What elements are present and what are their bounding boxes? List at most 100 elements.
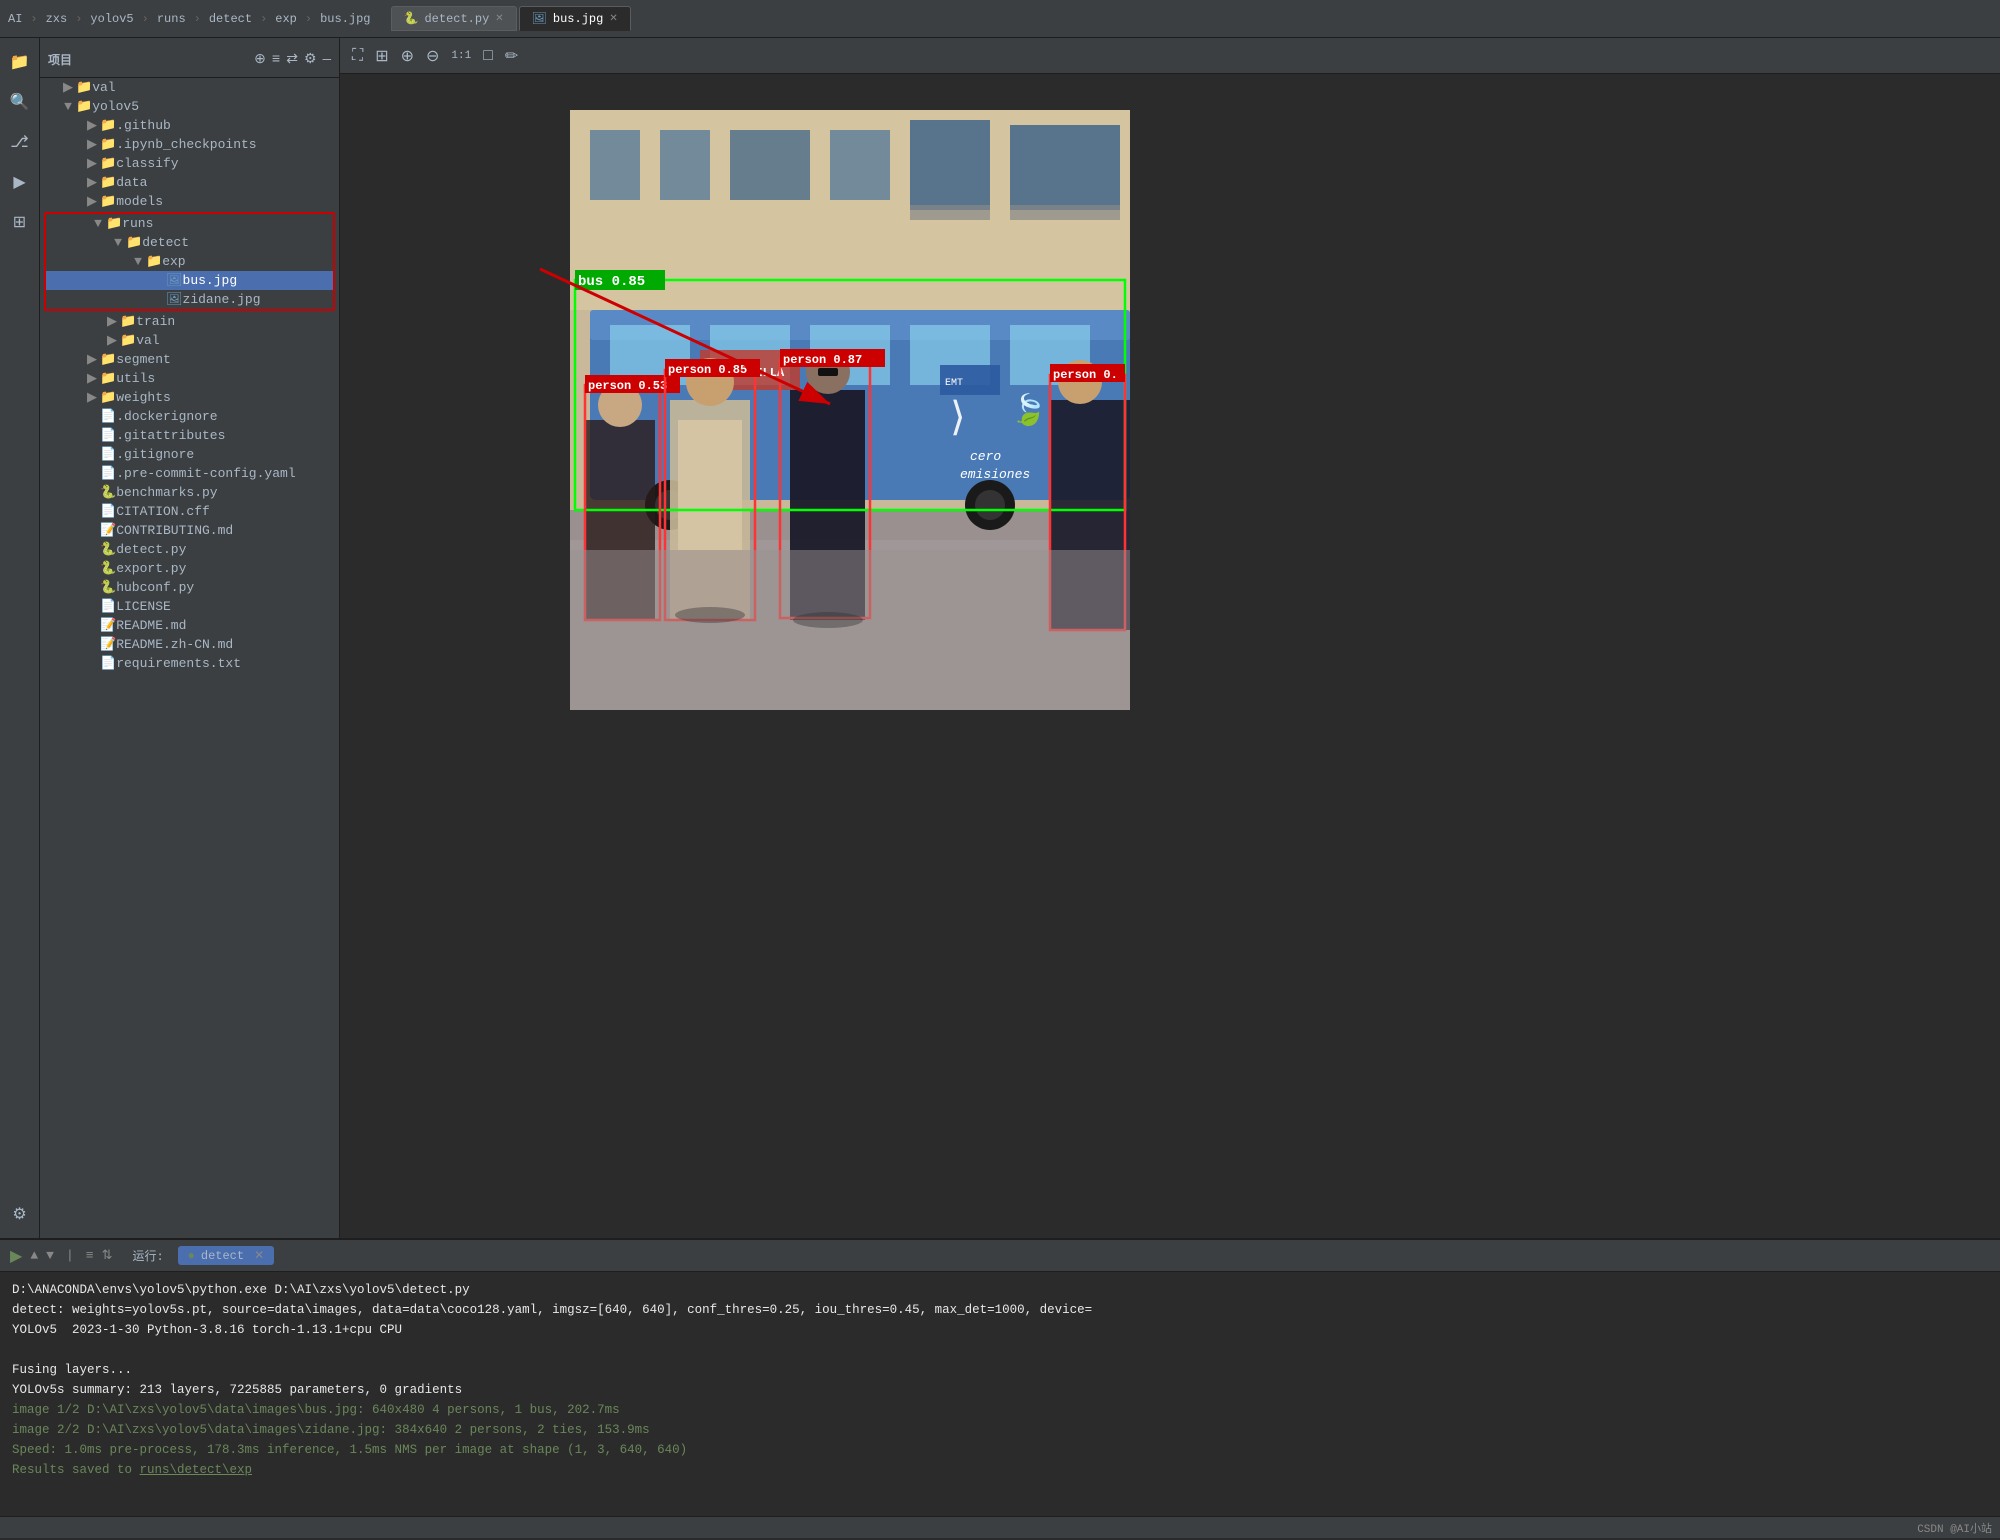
folder-tool-icon[interactable]: 📁 [4,46,36,78]
tree-item-gitignore[interactable]: 📄 .gitignore [40,445,339,464]
editor-area: ⛶ ⊞ ⊕ ⊖ 1:1 □ ✏ [340,38,2000,1238]
sidebar-add-icon[interactable]: ⊕ [254,51,266,68]
run-tool-icon[interactable]: ▶ [4,166,36,198]
tab-detect-py-close[interactable]: ✕ [495,13,503,25]
tree-label-utils: utils [116,371,155,386]
fit-page-icon[interactable]: □ [483,47,493,65]
breadcrumb-zxs: zxs [46,12,68,26]
terminal-line-9: Speed: 1.0ms pre-process, 178.3ms infere… [12,1440,1988,1460]
terminal-line-6: YOLOv5s summary: 213 layers, 7225885 par… [12,1380,1988,1400]
tree-label-detect-py: detect.py [116,542,186,557]
tree-item-export-py[interactable]: 🐍 export.py [40,559,339,578]
tree-label-detect: detect [142,235,189,250]
plugin-tool-icon[interactable]: ⊞ [4,206,36,238]
tree-label-train: train [136,314,175,329]
terminal-sort-icon[interactable]: ⇅ [102,1248,113,1263]
actual-size-icon[interactable]: 1:1 [451,50,471,62]
tree-item-utils[interactable]: ▶ 📁 utils [40,369,339,388]
folder-models-icon: 📁 [100,194,116,209]
zoom-in-icon[interactable]: ⊕ [401,46,414,66]
grid-view-icon[interactable]: ⊞ [375,46,388,66]
tree-item-detect[interactable]: ▼ 📁 detect [46,233,333,252]
py-benchmarks-icon: 🐍 [100,485,116,500]
fullscreen-icon[interactable]: ⛶ [352,47,363,65]
terminal-down-icon[interactable]: ▼ [46,1248,54,1263]
terminal-tab-detect[interactable]: ● detect ✕ [178,1246,274,1265]
settings-tool-icon[interactable]: ⚙ [4,1198,36,1230]
yaml-icon: 📄 [100,466,116,481]
tree-item-requirements[interactable]: 📄 requirements.txt [40,654,339,673]
tab-bus-jpg[interactable]: 🖼 bus.jpg ✕ [519,6,631,31]
folder-runs-icon: 📁 [106,216,122,231]
app-window: AI › zxs › yolov5 › runs › detect › exp … [0,0,2000,1538]
tree-item-data[interactable]: ▶ 📁 data [40,173,339,192]
tree-item-citation[interactable]: 📄 CITATION.cff [40,502,339,521]
folder-github-icon: 📁 [100,118,116,133]
tree-label-citation: CITATION.cff [116,504,210,519]
sidebar-expand-icon[interactable]: ⇄ [286,51,298,68]
sidebar: 项目 ⊕ ≡ ⇄ ⚙ — ▶ 📁 val ▼ 📁 yolo [40,38,340,1238]
tree-item-val2[interactable]: ▶ 📁 val [40,331,339,350]
zoom-out-icon[interactable]: ⊖ [426,46,439,66]
search-tool-icon[interactable]: 🔍 [4,86,36,118]
tree-item-github[interactable]: ▶ 📁 .github [40,116,339,135]
sidebar-minimize-icon[interactable]: — [323,52,331,68]
tree-label-precommit: .pre-commit-config.yaml [116,466,295,481]
folder-ipynb-icon: 📁 [100,137,116,152]
img-file-icon-zidane: 🖼 [166,292,183,307]
tree-item-contributing[interactable]: 📝 CONTRIBUTING.md [40,521,339,540]
sidebar-collapse-icon[interactable]: ≡ [272,52,280,68]
tree-item-license[interactable]: 📄 LICENSE [40,597,339,616]
tree-item-val-top[interactable]: ▶ 📁 val [40,78,339,97]
tree-item-hubconf[interactable]: 🐍 hubconf.py [40,578,339,597]
run-label: 运行: [132,1247,163,1264]
tree-item-zidane-jpg[interactable]: 🖼 zidane.jpg [46,290,333,309]
terminal-up-icon[interactable]: ▲ [30,1248,38,1263]
tree-item-segment[interactable]: ▶ 📁 segment [40,350,339,369]
terminal-wrap-icon[interactable]: ≡ [86,1248,94,1263]
tree-item-exp[interactable]: ▼ 📁 exp [46,252,333,271]
tree-item-bus-jpg[interactable]: 🖼 bus.jpg [46,271,333,290]
sidebar-settings-icon[interactable]: ⚙ [304,51,317,68]
folder-train-icon: 📁 [120,314,136,329]
tree-label-data: data [116,175,147,190]
tree-item-yolov5[interactable]: ▼ 📁 yolov5 [40,97,339,116]
top-bar: AI › zxs › yolov5 › runs › detect › exp … [0,0,2000,38]
tree-item-gitattributes[interactable]: 📄 .gitattributes [40,426,339,445]
tree-item-runs[interactable]: ▼ 📁 runs [46,214,333,233]
terminal-header: ▶ ▲ ▼ | ≡ ⇅ 运行: ● detect ✕ [0,1240,2000,1272]
tree-item-train[interactable]: ▶ 📁 train [40,312,339,331]
tab-detect-py-label: detect.py [424,12,489,26]
tree-item-ipynb[interactable]: ▶ 📁 .ipynb_checkpoints [40,135,339,154]
terminal-line-10: Results saved to runs\detect\exp [12,1460,1988,1480]
tree-item-dockerignore[interactable]: 📄 .dockerignore [40,407,339,426]
status-bar: CSDN @AI小站 [0,1516,2000,1538]
tree-item-models[interactable]: ▶ 📁 models [40,192,339,211]
py-export-icon: 🐍 [100,561,116,576]
tree-label-benchmarks: benchmarks.py [116,485,217,500]
tree-item-readme-cn[interactable]: 📝 README.zh-CN.md [40,635,339,654]
terminal-tab-close[interactable]: ✕ [254,1248,264,1263]
tree-label-models: models [116,194,163,209]
tree-item-benchmarks[interactable]: 🐍 benchmarks.py [40,483,339,502]
tree-item-classify[interactable]: ▶ 📁 classify [40,154,339,173]
terminal-separator: | [66,1248,74,1263]
tree-item-detect-py[interactable]: 🐍 detect.py [40,540,339,559]
tab-bus-jpg-label: bus.jpg [553,12,603,26]
tree-item-readme[interactable]: 📝 README.md [40,616,339,635]
breadcrumb-file: bus.jpg [320,12,370,26]
py-icon: 🐍 [404,11,419,26]
tree-label-hubconf: hubconf.py [116,580,194,595]
tree-label-segment: segment [116,352,171,367]
tab-detect-py[interactable]: 🐍 detect.py ✕ [391,6,517,31]
git-tool-icon[interactable]: ⎇ [4,126,36,158]
tab-bus-jpg-close[interactable]: ✕ [609,13,617,25]
svg-text:emisiones: emisiones [960,467,1030,482]
folder-detect-icon: 📁 [126,235,142,250]
tree-item-weights[interactable]: ▶ 📁 weights [40,388,339,407]
breadcrumb-ai: AI [8,12,22,26]
terminal-play-icon[interactable]: ▶ [10,1246,22,1266]
tree-item-precommit[interactable]: 📄 .pre-commit-config.yaml [40,464,339,483]
tree-label-bus-jpg: bus.jpg [183,273,238,288]
edit-icon[interactable]: ✏ [505,46,518,66]
